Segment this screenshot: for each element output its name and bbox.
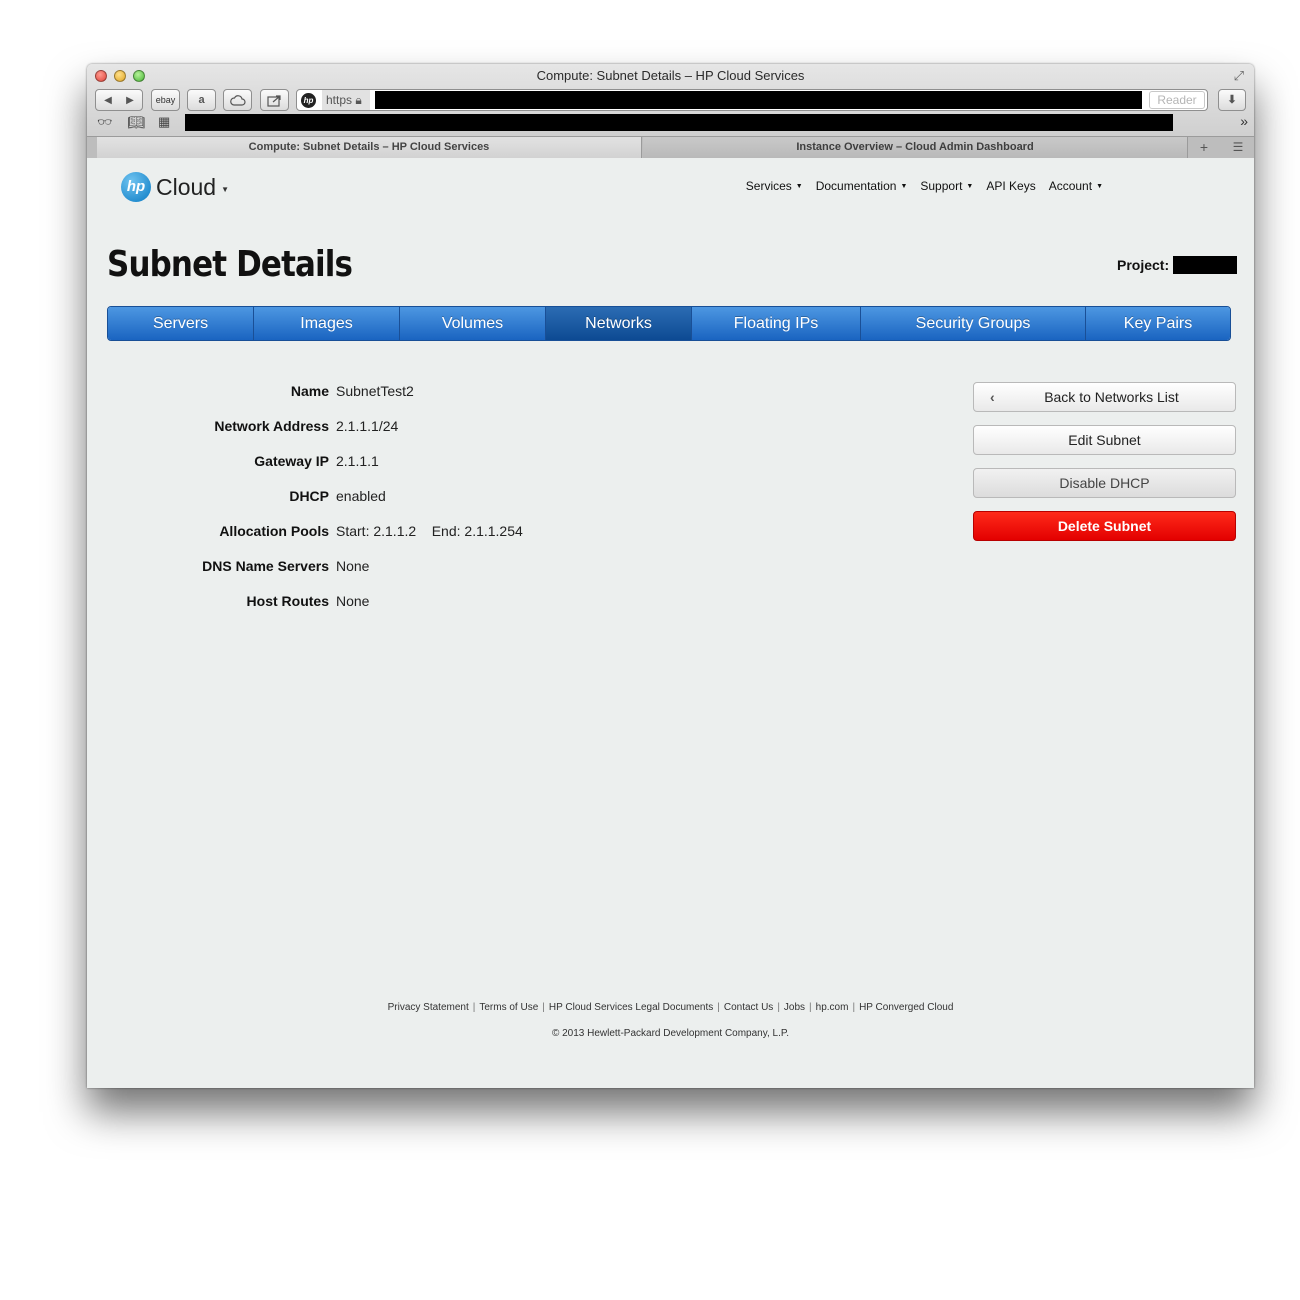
back-button-label: Back to Networks List	[1044, 389, 1179, 405]
chevron-down-icon: ▼	[966, 183, 974, 190]
chevron-down-icon: ▼	[1096, 183, 1103, 190]
detail-label-dhcp: DHCP	[289, 488, 329, 504]
download-icon[interactable]: ⬇	[1218, 89, 1246, 111]
nav-account[interactable]: Account ▼	[1049, 179, 1103, 193]
detail-label-gateway-ip: Gateway IP	[254, 453, 329, 469]
tab-view-icon[interactable]: ☰	[1225, 137, 1251, 158]
detail-label-host-routes: Host Routes	[246, 593, 329, 609]
chevron-down-icon: ▼	[795, 183, 803, 190]
tab-networks[interactable]: Networks	[546, 307, 692, 340]
reading-list-icon[interactable]: 👓︎	[97, 115, 112, 129]
nav-services[interactable]: Services ▼	[746, 179, 803, 193]
browser-tab-active[interactable]: Compute: Subnet Details – HP Cloud Servi…	[97, 137, 642, 158]
detail-label-network-address: Network Address	[214, 418, 329, 434]
back-to-networks-button[interactable]: ‹ Back to Networks List	[973, 382, 1236, 412]
logo-text: Cloud	[156, 173, 217, 200]
more-bookmarks-icon[interactable]: »	[1240, 113, 1248, 129]
detail-label-allocation-pools: Allocation Pools	[219, 523, 329, 539]
detail-value-network-address: 2.1.1.1/24	[336, 418, 399, 434]
detail-value-name: SubnetTest2	[336, 383, 414, 399]
chevron-down-icon: ▼	[900, 183, 908, 190]
tab-security-groups[interactable]: Security Groups	[861, 307, 1086, 340]
browser-tab-strip: Compute: Subnet Details – HP Cloud Servi…	[87, 136, 1254, 158]
amazon-bookmark-button[interactable]: a	[187, 89, 216, 111]
address-bar[interactable]: hp https 🔒︎ Reader	[296, 89, 1208, 111]
footer-link-hp[interactable]: hp.com	[816, 1002, 849, 1013]
disable-dhcp-button[interactable]: Disable DHCP	[973, 468, 1236, 498]
tab-volumes[interactable]: Volumes	[400, 307, 546, 340]
top-sites-icon[interactable]: ▦	[158, 114, 170, 130]
ebay-bookmark-button[interactable]: ebay	[151, 89, 180, 111]
nav-documentation[interactable]: Documentation ▼	[816, 179, 908, 193]
redacted-project-name	[1173, 256, 1237, 274]
footer-link-jobs[interactable]: Jobs	[784, 1002, 805, 1013]
copyright: © 2013 Hewlett-Packard Development Compa…	[551, 1028, 790, 1039]
section-tabs: Servers Images Volumes Networks Floating…	[107, 306, 1231, 341]
web-page: hp Cloud ▼ Services ▼ Documentation ▼ Supp…	[87, 158, 1254, 1088]
detail-value-allocation-pools: Start: 2.1.1.2 End: 2.1.1.254	[336, 523, 523, 539]
tab-servers[interactable]: Servers	[108, 307, 254, 340]
footer-link-contact[interactable]: Contact Us	[724, 1002, 773, 1013]
detail-label-name: Name	[290, 383, 329, 399]
back-forward-buttons: ◀ ▶	[95, 89, 143, 111]
chevron-left-icon: ‹	[990, 389, 995, 405]
footer-link-terms[interactable]: Terms of Use	[479, 1002, 538, 1013]
hp-logo-icon: hp	[121, 172, 151, 202]
lock-icon: 🔒︎	[355, 93, 362, 107]
detail-value-dns-name-servers: None	[336, 558, 370, 574]
footer-link-privacy[interactable]: Privacy Statement	[388, 1002, 469, 1013]
tab-key-pairs[interactable]: Key Pairs	[1086, 307, 1230, 340]
forward-button[interactable]: ▶	[119, 91, 141, 111]
chevron-down-icon: ▼	[221, 184, 230, 194]
browser-window: Compute: Subnet Details – HP Cloud Servi…	[87, 64, 1254, 1088]
back-button[interactable]: ◀	[97, 91, 119, 111]
detail-value-gateway-ip: 2.1.1.1	[336, 453, 379, 469]
url-scheme: https 🔒︎	[322, 90, 370, 110]
hp-cloud-logo[interactable]: hp Cloud ▼	[121, 172, 229, 202]
footer-links: Privacy Statement | Terms of Use | HP Cloud …	[387, 1002, 954, 1013]
detail-value-host-routes: None	[336, 593, 370, 609]
browser-tab[interactable]: Instance Overview – Cloud Admin Dashboar…	[643, 137, 1188, 158]
footer-link-legal[interactable]: HP Cloud Services Legal Documents	[549, 1002, 713, 1013]
page-title: Subnet Details	[107, 244, 353, 285]
bookmarks-icon[interactable]: 📖︎	[127, 114, 145, 131]
fullscreen-icon[interactable]: ⤢	[1234, 68, 1244, 84]
tab-images[interactable]: Images	[254, 307, 400, 340]
detail-label-dns-name-servers: DNS Name Servers	[202, 558, 329, 574]
detail-value-dhcp: enabled	[336, 488, 386, 504]
top-navigation: Services ▼ Documentation ▼ Support ▼ API Ke…	[746, 179, 1103, 193]
redacted-bookmarks	[185, 114, 1173, 131]
nav-api-keys[interactable]: API Keys	[986, 179, 1035, 193]
redacted-url	[375, 91, 1142, 109]
cloud-icon[interactable]	[223, 89, 252, 111]
bookmarks-bar: 👓︎ 📖︎ ▦ »	[87, 113, 1254, 135]
tab-floating-ips[interactable]: Floating IPs	[692, 307, 861, 340]
site-favicon: hp	[301, 93, 316, 108]
project-label: Project:	[1117, 257, 1170, 273]
window-title: Compute: Subnet Details – HP Cloud Servi…	[536, 68, 805, 83]
edit-subnet-button[interactable]: Edit Subnet	[973, 425, 1236, 455]
delete-subnet-button[interactable]: Delete Subnet	[973, 511, 1236, 541]
reader-button[interactable]: Reader	[1149, 91, 1205, 109]
nav-support[interactable]: Support ▼	[920, 179, 973, 193]
share-icon[interactable]	[260, 89, 289, 111]
footer-link-converged-cloud[interactable]: HP Converged Cloud	[859, 1002, 953, 1013]
new-tab-icon[interactable]: +	[1191, 137, 1217, 158]
browser-chrome: Compute: Subnet Details – HP Cloud Servi…	[87, 64, 1254, 158]
